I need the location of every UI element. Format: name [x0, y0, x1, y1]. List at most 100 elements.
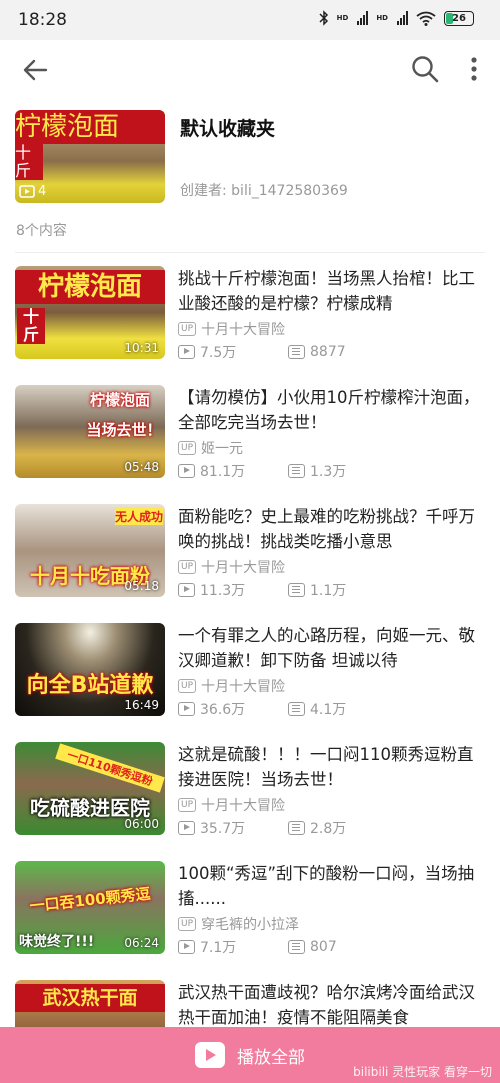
video-stats: 7.5万 8877: [178, 342, 398, 362]
divider: [15, 252, 485, 253]
danmaku-icon: [288, 464, 305, 478]
video-title: 一个有罪之人的心路历程，向姬一元、敬汉卿道歉！卸下防备 坦诚以待: [178, 626, 475, 670]
video-thumbnail: 一口110颗秀逗粉 吃硫酸进医院 06:00: [15, 742, 165, 835]
status-bar: 18:28 HD HD 26: [0, 0, 500, 40]
video-duration: 06:00: [124, 817, 159, 831]
back-arrow-icon[interactable]: [20, 55, 50, 85]
danmaku-count-value: 1.3万: [310, 464, 347, 480]
video-uploader[interactable]: UP 十月十大冒险: [178, 319, 285, 339]
video-title: 这就是硫酸！！！一口闷110颗秀逗粉直接进医院！当场去世！: [178, 745, 474, 789]
danmaku-count: 2.8万: [288, 818, 398, 838]
video-item[interactable]: 一口110颗秀逗粉 吃硫酸进医院 06:00 这就是硫酸！！！一口闷110颗秀逗…: [0, 742, 500, 861]
video-duration: 05:48: [124, 460, 159, 474]
folder-cover-caption2: 十斤: [15, 144, 43, 180]
tv-play-icon: [195, 1042, 225, 1068]
play-count-icon: [178, 821, 195, 835]
thumbnail-caption-2: 十斤: [17, 308, 45, 344]
play-count-icon: [178, 940, 195, 954]
thumbnail-caption: 柠檬泡面: [89, 391, 150, 409]
up-tag: UP: [178, 917, 197, 931]
signal-icon-2: [397, 11, 408, 25]
view-count-value: 35.7万: [200, 821, 246, 837]
uploader-name: 十月十大冒险: [201, 798, 286, 814]
status-time: 18:28: [18, 10, 67, 30]
video-stats: 11.3万 1.1万: [178, 580, 398, 600]
video-uploader[interactable]: UP 十月十大冒险: [178, 676, 285, 696]
danmaku-icon: [288, 345, 305, 359]
up-tag: UP: [178, 322, 197, 336]
search-icon[interactable]: [410, 54, 440, 84]
video-thumbnail: 一口吞100颗秀逗 味觉终了!!! 06:24: [15, 861, 165, 954]
thumbnail-caption: 武汉热干面: [15, 984, 165, 1012]
view-count: 81.1万: [178, 461, 288, 481]
video-stats: 36.6万 4.1万: [178, 699, 398, 719]
hd-icon-2: HD: [376, 13, 388, 22]
watermark: bilibili 灵性玩家 看穿一切: [353, 1065, 492, 1079]
battery-icon: 26: [444, 10, 474, 26]
view-count-value: 36.6万: [200, 702, 246, 718]
view-count: 35.7万: [178, 818, 288, 838]
bluetooth-icon: [319, 10, 328, 26]
folder-cover[interactable]: 柠檬泡面 十斤 4: [15, 110, 165, 203]
thumbnail-caption: 一口吞100颗秀逗: [28, 884, 152, 916]
thumbnail-caption: 向全B站道歉: [26, 673, 154, 698]
danmaku-count-value: 807: [310, 939, 337, 955]
video-title: 武汉热干面遭歧视？哈尔滨烤冷面给武汉热干面加油！疫情不能阻隔美食: [178, 983, 475, 1027]
video-uploader[interactable]: UP 姬一元: [178, 438, 243, 458]
video-duration: 05:18: [124, 579, 159, 593]
video-thumbnail: 柠檬泡面 当场去世！ 05:48: [15, 385, 165, 478]
uploader-name: 十月十大冒险: [201, 560, 286, 576]
video-item[interactable]: 向全B站道歉 16:49 一个有罪之人的心路历程，向姬一元、敬汉卿道歉！卸下防备…: [0, 623, 500, 742]
favorites-folder-header: 柠檬泡面 十斤 4 默认收藏夹 创建者: bili_1472580369: [15, 110, 485, 205]
video-item[interactable]: 柠檬泡面 十斤 10:31 挑战十斤柠檬泡面！当场黑人抬棺！比工业酸还酸的是柠檬…: [0, 266, 500, 385]
danmaku-icon: [288, 583, 305, 597]
danmaku-icon: [288, 940, 305, 954]
danmaku-count-value: 4.1万: [310, 702, 347, 718]
uploader-name: 穿毛裤的小拉泽: [201, 917, 300, 933]
play-all-label: 播放全部: [237, 1047, 305, 1068]
top-bar: [0, 40, 500, 100]
play-count-icon: [178, 583, 195, 597]
view-count-value: 7.5万: [200, 345, 237, 361]
danmaku-count-value: 2.8万: [310, 821, 347, 837]
video-item[interactable]: 柠檬泡面 当场去世！ 05:48 【请勿模仿】小伙用10斤柠檬榨汁泡面，全部吃完…: [0, 385, 500, 504]
video-list: 柠檬泡面 十斤 10:31 挑战十斤柠檬泡面！当场黑人抬棺！比工业酸还酸的是柠檬…: [0, 266, 500, 1083]
video-thumbnail: 柠檬泡面 十斤 10:31: [15, 266, 165, 359]
video-thumbnail: 向全B站道歉 16:49: [15, 623, 165, 716]
video-item[interactable]: 一口吞100颗秀逗 味觉终了!!! 06:24 100颗“秀逗”刮下的酸粉一口闷…: [0, 861, 500, 980]
view-count-value: 11.3万: [200, 583, 246, 599]
view-count: 36.6万: [178, 699, 288, 719]
uploader-name: 姬一元: [201, 441, 244, 457]
up-tag: UP: [178, 560, 197, 574]
view-count: 11.3万: [178, 580, 288, 600]
video-duration: 06:24: [124, 936, 159, 950]
thumbnail-caption-2: 一口110颗秀逗粉: [55, 743, 165, 793]
video-title: 挑战十斤柠檬泡面！当场黑人抬棺！比工业酸还酸的是柠檬？柠檬成精: [178, 269, 475, 313]
hd-icon: HD: [336, 13, 349, 22]
danmaku-count: 807: [288, 939, 398, 955]
video-thumbnail: 无人成功 十月十吃面粉 05:18: [15, 504, 165, 597]
video-uploader[interactable]: UP 穿毛裤的小拉泽: [178, 914, 299, 934]
up-tag: UP: [178, 441, 197, 455]
video-stats: 7.1万 807: [178, 937, 398, 957]
danmaku-icon: [288, 821, 305, 835]
video-title: 面粉能吃？史上最难的吃粉挑战？千呼万唤的挑战！挑战类吃播小意思: [178, 507, 475, 551]
thumbnail-caption-2: 当场去世！: [86, 421, 162, 439]
danmaku-icon: [288, 702, 305, 716]
view-count: 7.5万: [178, 342, 288, 362]
up-tag: UP: [178, 679, 197, 693]
folder-creator: 创建者: bili_1472580369: [180, 183, 348, 199]
play-count-icon: [178, 345, 195, 359]
video-uploader[interactable]: UP 十月十大冒险: [178, 557, 285, 577]
thumbnail-caption: 柠檬泡面: [15, 270, 165, 304]
danmaku-count: 8877: [288, 344, 398, 360]
folder-item-count-badge: 4: [19, 184, 46, 199]
danmaku-count: 4.1万: [288, 699, 398, 719]
more-icon[interactable]: [464, 54, 484, 84]
video-uploader[interactable]: UP 十月十大冒险: [178, 795, 285, 815]
video-title: 【请勿模仿】小伙用10斤柠檬榨汁泡面，全部吃完当场去世！: [178, 388, 480, 432]
video-stats: 35.7万 2.8万: [178, 818, 398, 838]
video-item[interactable]: 无人成功 十月十吃面粉 05:18 面粉能吃？史上最难的吃粉挑战？千呼万唤的挑战…: [0, 504, 500, 623]
video-stats: 81.1万 1.3万: [178, 461, 398, 481]
danmaku-count: 1.3万: [288, 461, 398, 481]
